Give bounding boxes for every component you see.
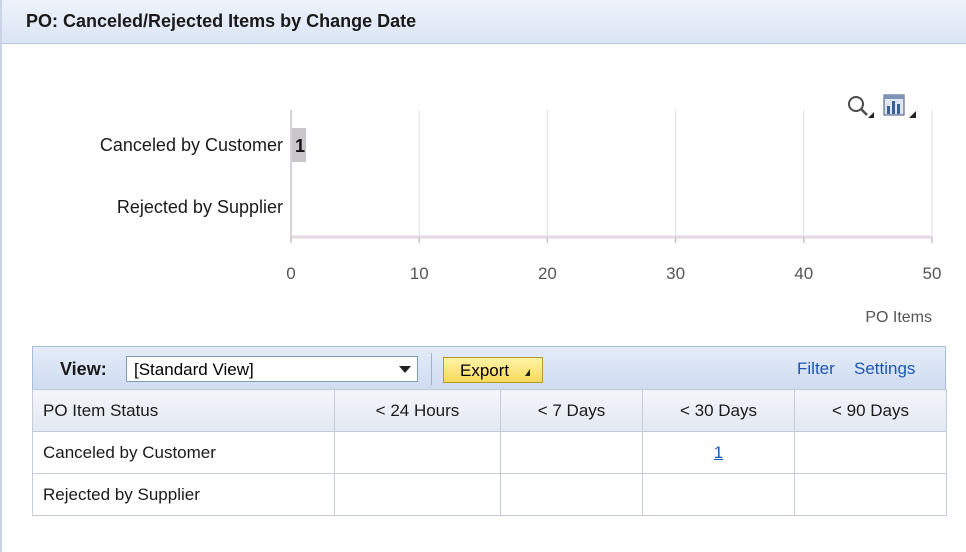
cell-90-days [794, 431, 947, 474]
table-toolbar: View: [Standard View] Export Filter Sett… [32, 346, 946, 390]
cell-30-days: 1 [642, 431, 795, 474]
zoom-icon[interactable] [846, 94, 874, 118]
x-tick-label: 30 [666, 264, 685, 283]
chart-type-icon[interactable] [882, 92, 916, 118]
category-label: Canceled by Customer [100, 135, 283, 155]
table-header-row: PO Item Status < 24 Hours < 7 Days < 30 … [32, 389, 947, 432]
table-row: Canceled by Customer 1 [32, 431, 947, 474]
chart-tools [846, 92, 916, 118]
settings-link[interactable]: Settings [854, 359, 915, 379]
cell-30-days [642, 473, 795, 516]
x-tick-label: 40 [794, 264, 813, 283]
view-label: View: [60, 359, 107, 379]
x-tick-label: 50 [923, 264, 942, 283]
x-tick-label: 10 [410, 264, 429, 283]
bar-chart: 0 10 20 30 40 50 Canceled by Customer 1 Rejected… [100, 110, 942, 326]
filter-link[interactable]: Filter [797, 359, 835, 379]
status-table: PO Item Status < 24 Hours < 7 Days < 30 … [32, 389, 947, 516]
toolbar-divider [431, 353, 432, 385]
column-header-status[interactable]: PO Item Status [32, 389, 335, 432]
export-button[interactable]: Export [443, 357, 543, 383]
column-header-24-hours[interactable]: < 24 Hours [334, 389, 501, 432]
category-label: Rejected by Supplier [117, 197, 283, 217]
column-header-7-days[interactable]: < 7 Days [500, 389, 643, 432]
cell-90-days [794, 473, 947, 516]
menu-triangle-icon [525, 369, 530, 376]
status-cell: Canceled by Customer [32, 431, 335, 474]
cell-24-hours [334, 473, 501, 516]
x-tick-label: 0 [286, 264, 295, 283]
view-select[interactable]: [Standard View] [126, 356, 418, 382]
count-link[interactable]: 1 [714, 443, 723, 462]
bar-data-label: 1 [295, 136, 305, 156]
export-label: Export [460, 361, 510, 380]
x-tick-label: 20 [538, 264, 557, 283]
cell-7-days [500, 473, 643, 516]
cell-24-hours [334, 431, 501, 474]
status-cell: Rejected by Supplier [32, 473, 335, 516]
view-select-value: [Standard View] [134, 360, 254, 379]
cell-7-days [500, 431, 643, 474]
chevron-down-icon [399, 366, 411, 373]
column-header-90-days[interactable]: < 90 Days [794, 389, 947, 432]
table-row: Rejected by Supplier [32, 473, 947, 516]
column-header-30-days[interactable]: < 30 Days [642, 389, 795, 432]
x-axis-label: PO Items [865, 309, 932, 326]
